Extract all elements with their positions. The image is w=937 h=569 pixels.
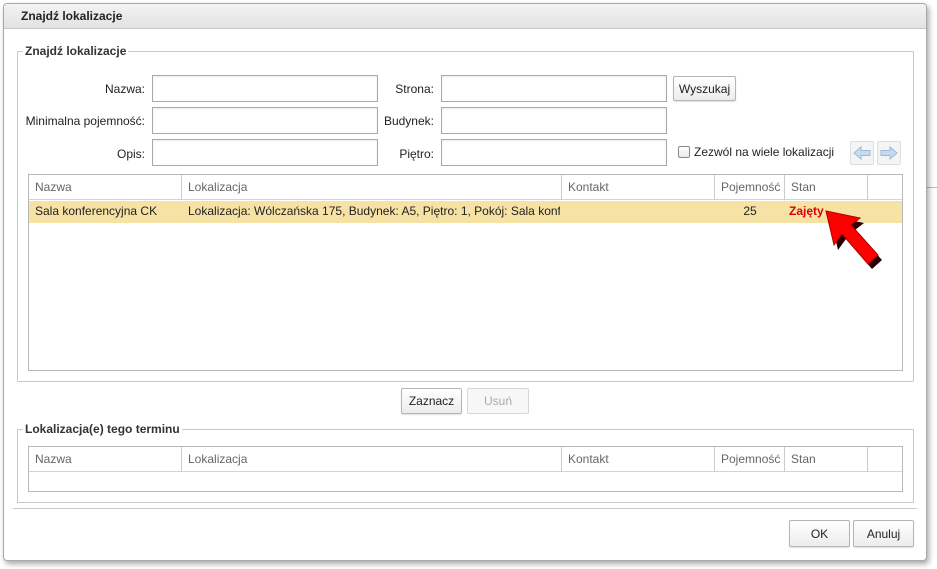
find-locations-dialog: Znajdź lokalizacje Znajdź lokalizacje Na… [3,3,927,561]
dialog-title: Znajdź lokalizacje [21,9,123,23]
term-locations-legend: Lokalizacja(e) tego terminu [25,422,180,436]
term-column-header-status[interactable]: Stan [785,447,868,472]
description-input[interactable] [152,139,378,166]
next-page-button[interactable] [877,141,901,165]
min-capacity-label: Minimalna pojemność: [25,114,145,128]
min-capacity-input[interactable] [152,107,378,134]
allow-multiple-checkbox[interactable] [678,146,690,158]
search-group-legend: Znajdź lokalizacje [25,44,127,58]
arrow-left-icon [853,146,871,160]
term-grid-header: Nazwa Lokalizacja Kontakt Pojemność Stan [29,447,902,472]
row-contact-cell [568,201,713,223]
site-input[interactable] [441,75,667,102]
name-label: Nazwa: [104,82,145,96]
floor-input[interactable] [441,139,667,166]
building-input[interactable] [441,107,667,134]
allow-multiple-label[interactable]: Zezwól na wiele lokalizacji [694,145,834,159]
site-label: Strona: [395,82,434,96]
term-locations-grid: Nazwa Lokalizacja Kontakt Pojemność Stan [28,446,903,492]
cancel-button[interactable]: Anuluj [853,520,914,547]
ok-button[interactable]: OK [789,520,850,547]
column-header-capacity[interactable]: Pojemność [715,175,785,200]
row-name-cell: Sala konferencyjna CK [35,204,158,218]
row-location-cell: Lokalizacja: Wólczańska 175, Budynek: A5… [188,204,560,218]
select-button[interactable]: Zaznacz [401,388,462,414]
results-grid-header: Nazwa Lokalizacja Kontakt Pojemność Stan [29,175,902,200]
remove-button[interactable]: Usuń [467,388,529,414]
column-header-contact[interactable]: Kontakt [562,175,715,200]
column-header-status[interactable]: Stan [785,175,868,200]
table-row[interactable]: Sala konferencyjna CK Lokalizacja: Wólcz… [29,201,902,223]
search-button[interactable]: Wyszukaj [673,76,736,101]
row-capacity-cell: 25 [743,204,757,218]
name-input[interactable] [152,75,378,102]
results-grid: Nazwa Lokalizacja Kontakt Pojemność Stan… [28,174,903,371]
dialog-titlebar[interactable]: Znajdź lokalizacje [4,4,926,29]
red-pointer-arrow-icon [825,210,882,269]
term-column-header-name[interactable]: Nazwa [29,447,182,472]
arrow-right-icon [880,146,898,160]
column-header-name[interactable]: Nazwa [29,175,182,200]
term-column-header-contact[interactable]: Kontakt [562,447,715,472]
prev-page-button[interactable] [850,141,874,165]
column-header-location[interactable]: Lokalizacja [182,175,562,200]
footer-divider [13,508,917,509]
term-column-header-location[interactable]: Lokalizacja [182,447,562,472]
description-label: Opis: [116,147,145,161]
building-label: Budynek: [383,114,434,128]
term-column-header-capacity[interactable]: Pojemność [715,447,785,472]
floor-label: Piętro: [399,147,434,161]
